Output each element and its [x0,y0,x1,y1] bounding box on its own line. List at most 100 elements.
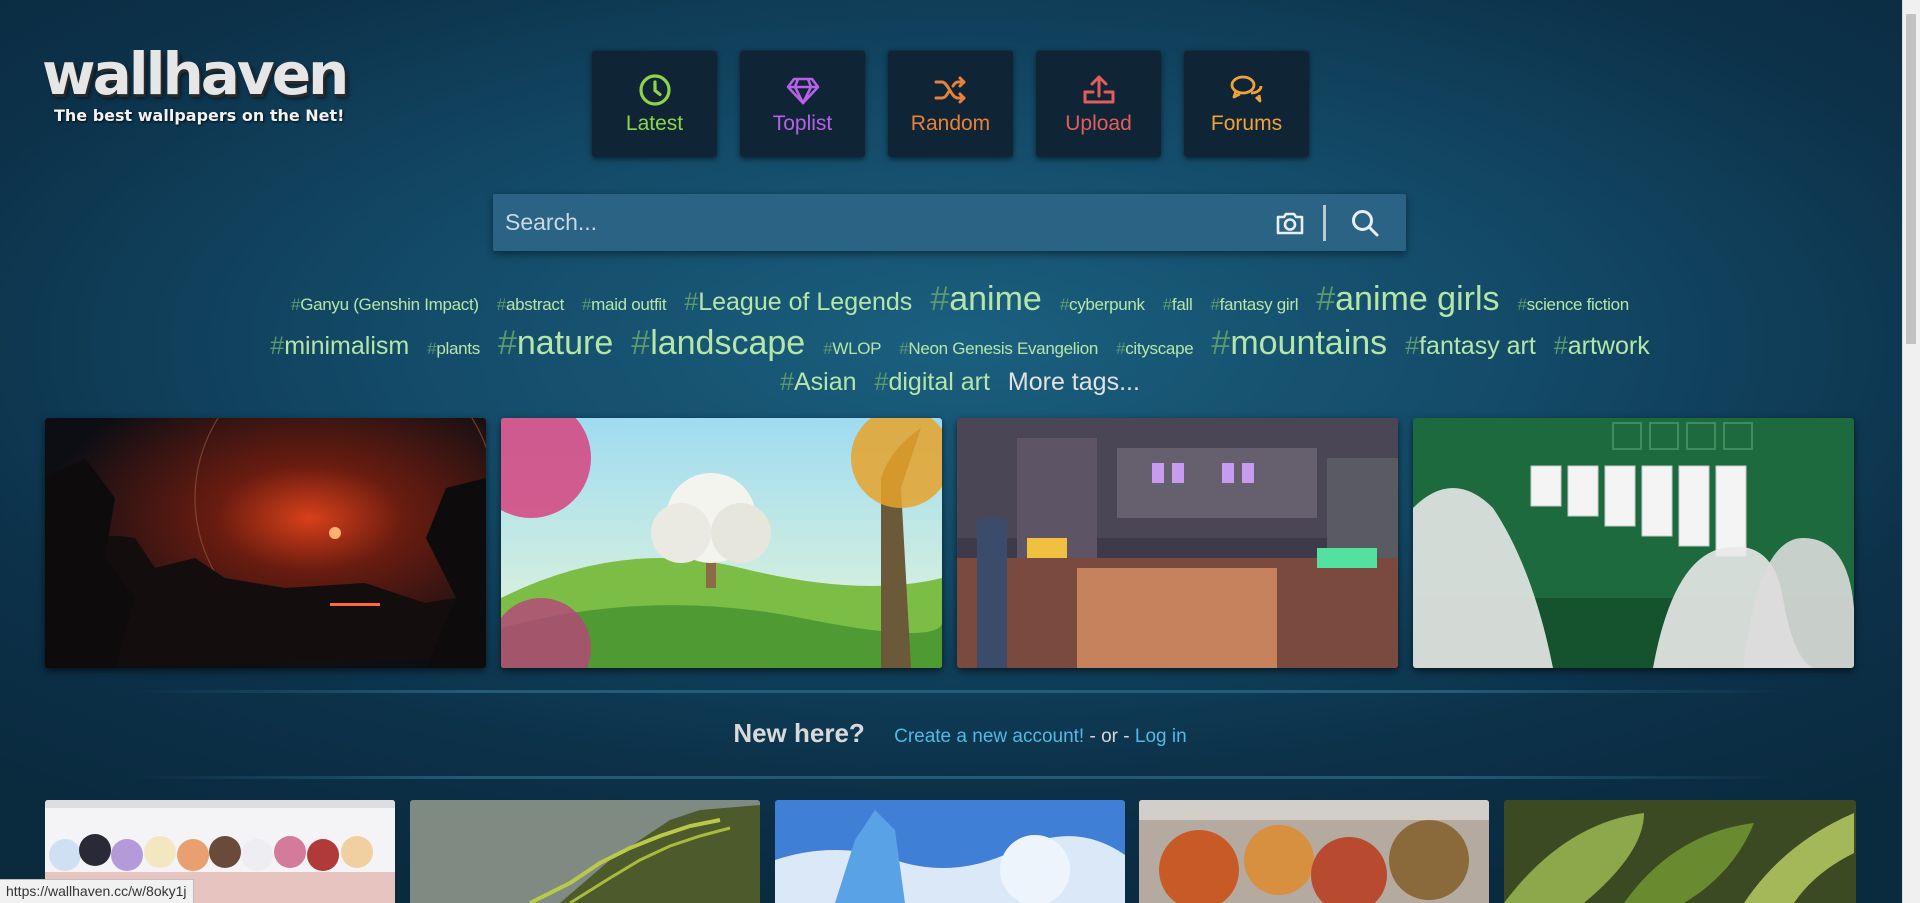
tag-link[interactable]: #minimalism [270,332,409,361]
hash-symbol: # [1162,295,1172,314]
clock-icon [638,73,671,106]
hash-symbol: # [930,280,950,318]
featured-wallpaper-2[interactable] [501,418,942,668]
nav-toplist-label: Toplist [772,111,833,135]
site-logo[interactable]: wallhaven The best wallpapers on the Net… [42,40,349,125]
tag-link[interactable]: #abstract [496,295,565,315]
hash-symbol: # [874,368,889,396]
tag-name: digital art [888,368,990,396]
tag-name: WLOP [832,339,882,358]
featured-wallpaper-3[interactable] [957,418,1398,668]
terraced-hill-image [410,800,760,903]
hash-symbol: # [780,368,794,396]
tag-link[interactable]: #fantasy art [1405,332,1536,361]
nav-forums-label: Forums [1210,111,1283,135]
thumbnail-3[interactable] [775,800,1125,903]
signup-prompt: New here? Create a new account! - or - L… [0,718,1920,749]
green-leaves-image [1504,800,1856,903]
tag-name: fall [1171,295,1193,314]
search-icon[interactable] [1350,208,1380,238]
tag-name: artwork [1567,332,1650,360]
login-link[interactable]: Log in [1135,726,1187,747]
main-nav: Latest Toplist Random Upload Forums [592,50,1309,157]
tag-name: landscape [650,324,806,362]
tag-link[interactable]: #artwork [1554,332,1650,361]
tag-link[interactable]: #plants [427,339,480,359]
nav-random-button[interactable]: Random [888,50,1013,157]
tag-link[interactable]: #anime [930,280,1042,319]
more-tags-link[interactable]: More tags... [1008,368,1140,397]
tag-name: Asian [794,368,857,396]
diamond-icon [786,77,819,104]
tag-name: maid outfit [591,295,667,314]
nav-toplist-button[interactable]: Toplist [740,50,865,157]
nav-upload-button[interactable]: Upload [1036,50,1161,157]
tag-link[interactable]: #WLOP [823,339,881,359]
autumn-forest-image [1139,800,1489,903]
featured-wallpaper-4[interactable] [1413,418,1854,668]
nav-latest-button[interactable]: Latest [592,50,717,157]
hash-symbol: # [427,339,437,358]
tree-meadow-image [501,418,942,668]
or-separator: - or - [1084,726,1135,747]
tag-name: science fiction [1526,295,1630,314]
thumbnail-5[interactable] [1504,800,1856,903]
tag-name: fantasy art [1419,332,1536,360]
hash-symbol: # [1211,324,1231,362]
section-divider [130,690,1790,693]
space-landscape-image [45,418,486,668]
tag-row: #Asian #digital art More tags... [160,368,1760,406]
tag-row: #Ganyu (Genshin Impact) #abstract #maid ou… [160,280,1760,319]
solitaire-image [1413,418,1854,668]
tag-name: anime [949,280,1042,318]
tag-link[interactable]: #digital art [875,368,990,397]
tag-name: mountains [1230,324,1388,362]
tag-link[interactable]: #nature [498,324,613,363]
tag-link[interactable]: #science fiction [1517,295,1630,315]
tag-name: minimalism [284,332,410,360]
nav-forums-button[interactable]: Forums [1184,50,1309,157]
tag-name: plants [436,339,480,358]
hash-symbol: # [1210,295,1220,314]
hash-symbol: # [582,295,592,314]
tag-link[interactable]: #anime girls [1316,280,1499,319]
tag-link[interactable]: #fall [1163,295,1193,315]
tag-link[interactable]: #maid outfit [582,295,667,315]
hash-symbol: # [1059,295,1069,314]
hash-symbol: # [631,324,651,362]
tag-name: cyberpunk [1069,295,1145,314]
logo-text: wallhaven [42,40,349,108]
tag-name: Ganyu (Genshin Impact) [300,295,479,314]
search-input[interactable] [493,193,1275,252]
tag-name: fantasy girl [1219,295,1299,314]
tag-link[interactable]: #fantasy girl [1210,295,1298,315]
tag-link[interactable]: #Neon Genesis Evangelion [899,339,1098,359]
hash-symbol: # [1517,295,1527,314]
tag-name: nature [516,324,614,362]
status-bar-url: https://wallhaven.cc/w/8oky1j [0,879,194,903]
create-account-link[interactable]: Create a new account! [894,726,1084,747]
scrollbar-thumb[interactable] [1906,14,1916,344]
tag-link[interactable]: #cityscape [1116,339,1194,359]
new-here-title: New here? [733,718,865,748]
hash-symbol: # [497,324,517,362]
tag-row: #minimalism #plants #nature #landscape #WLOP… [160,324,1760,368]
hash-symbol: # [496,295,506,314]
hash-symbol: # [1316,280,1336,318]
tag-name: abstract [505,295,565,314]
tag-link[interactable]: #mountains [1211,324,1387,363]
tag-link[interactable]: #Asian [780,368,856,397]
camera-icon[interactable] [1275,208,1305,238]
featured-wallpaper-1[interactable] [45,418,486,668]
upload-icon [1083,75,1114,103]
hash-symbol: # [823,339,833,358]
tag-name: cityscape [1125,339,1194,358]
tag-link[interactable]: #League of Legends [684,288,912,317]
thumbnail-2[interactable] [410,800,760,903]
nav-latest-label: Latest [625,111,684,135]
tag-link[interactable]: #landscape [631,324,805,363]
tag-link[interactable]: #Ganyu (Genshin Impact) [291,295,479,315]
thumbnail-4[interactable] [1139,800,1489,903]
page-scrollbar[interactable] [1902,0,1920,903]
tag-link[interactable]: #cyberpunk [1060,295,1145,315]
